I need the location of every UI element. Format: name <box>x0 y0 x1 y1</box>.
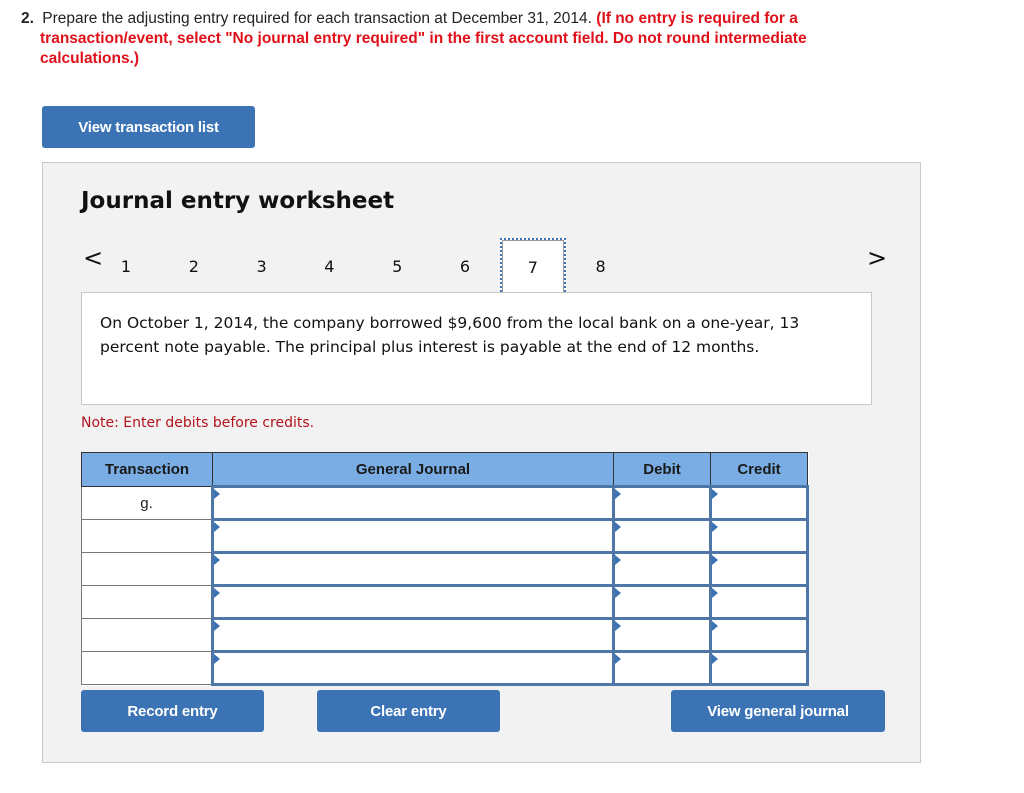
credit-field-cell <box>709 650 809 686</box>
question-number: 2. <box>21 10 34 27</box>
account-field-cell <box>211 485 615 521</box>
worksheet-title: Journal entry worksheet <box>81 188 395 214</box>
page-tab-7[interactable]: 7 <box>499 238 566 296</box>
debit-field-cell <box>612 650 712 686</box>
dropdown-flag-icon <box>712 522 718 532</box>
view-general-journal-button[interactable]: View general journal <box>671 690 885 732</box>
debit-field[interactable] <box>615 620 709 650</box>
transaction-cell <box>81 519 213 553</box>
transaction-cell <box>81 651 213 685</box>
dropdown-flag-icon <box>214 588 220 598</box>
credit-field-cell <box>709 617 809 653</box>
page-tab-6[interactable]: 6 <box>432 238 498 294</box>
account-field[interactable] <box>214 521 612 551</box>
dropdown-flag-icon <box>615 654 621 664</box>
credit-field[interactable] <box>712 587 806 617</box>
debit-field-cell <box>612 584 712 620</box>
page-tab-3[interactable]: 3 <box>229 238 295 294</box>
clear-entry-button[interactable]: Clear entry <box>317 690 500 732</box>
dropdown-flag-icon <box>712 588 718 598</box>
header-general-journal: General Journal <box>212 452 614 487</box>
dropdown-flag-icon <box>214 522 220 532</box>
page-tab-4[interactable]: 4 <box>296 238 362 294</box>
credit-field-cell <box>709 584 809 620</box>
credit-field-cell <box>709 551 809 587</box>
dropdown-flag-icon <box>712 654 718 664</box>
transaction-description: On October 1, 2014, the company borrowed… <box>81 292 872 405</box>
transaction-cell: g. <box>81 486 213 520</box>
journal-row <box>81 518 809 554</box>
debit-field-cell <box>612 518 712 554</box>
question-text: Prepare the adjusting entry required for… <box>42 10 592 27</box>
dropdown-flag-icon <box>615 489 621 499</box>
account-field-cell <box>211 518 615 554</box>
header-transaction: Transaction <box>81 452 213 487</box>
debit-field-cell <box>612 551 712 587</box>
debit-field[interactable] <box>615 587 709 617</box>
account-field[interactable] <box>214 653 612 683</box>
credit-field-cell <box>709 485 809 521</box>
dropdown-flag-icon <box>214 654 220 664</box>
dropdown-flag-icon <box>712 555 718 565</box>
page-tab-8[interactable]: 8 <box>568 238 634 294</box>
journal-table: Transaction General Journal Debit Credit… <box>81 452 809 686</box>
account-field-cell <box>211 650 615 686</box>
account-field[interactable] <box>214 554 612 584</box>
transaction-description-text: On October 1, 2014, the company borrowed… <box>100 314 800 356</box>
dropdown-flag-icon <box>615 621 621 631</box>
debit-field[interactable] <box>615 653 709 683</box>
credit-field[interactable] <box>712 653 806 683</box>
journal-row: g. <box>81 485 809 521</box>
dropdown-flag-icon <box>214 555 220 565</box>
debit-field-cell <box>612 617 712 653</box>
page-tab-2[interactable]: 2 <box>161 238 227 294</box>
transaction-cell <box>81 552 213 586</box>
credit-field[interactable] <box>712 554 806 584</box>
debit-field-cell <box>612 485 712 521</box>
debits-note: Note: Enter debits before credits. <box>81 415 315 431</box>
header-credit: Credit <box>710 452 808 487</box>
dropdown-flag-icon <box>712 621 718 631</box>
account-field[interactable] <box>214 620 612 650</box>
account-field[interactable] <box>214 587 612 617</box>
transaction-cell <box>81 618 213 652</box>
debit-field[interactable] <box>615 554 709 584</box>
credit-field-cell <box>709 518 809 554</box>
record-entry-button[interactable]: Record entry <box>81 690 264 732</box>
dropdown-flag-icon <box>214 489 220 499</box>
dropdown-flag-icon <box>615 522 621 532</box>
credit-field[interactable] <box>712 521 806 551</box>
journal-row <box>81 650 809 686</box>
transaction-cell <box>81 585 213 619</box>
journal-header-row: Transaction General Journal Debit Credit <box>81 452 808 487</box>
question-prompt: 2. Prepare the adjusting entry required … <box>21 9 841 69</box>
credit-field[interactable] <box>712 620 806 650</box>
journal-row <box>81 617 809 653</box>
journal-row <box>81 584 809 620</box>
dropdown-flag-icon <box>712 489 718 499</box>
account-field-cell <box>211 584 615 620</box>
chevron-right-icon[interactable]: > <box>867 243 887 273</box>
page-tab-1[interactable]: 1 <box>93 238 159 294</box>
dropdown-flag-icon <box>615 588 621 598</box>
journal-entry-worksheet: Journal entry worksheet < 12345678 > On … <box>42 162 921 763</box>
dropdown-flag-icon <box>214 621 220 631</box>
debit-field[interactable] <box>615 488 709 518</box>
account-field-cell <box>211 617 615 653</box>
account-field[interactable] <box>214 488 612 518</box>
header-debit: Debit <box>613 452 711 487</box>
credit-field[interactable] <box>712 488 806 518</box>
page-tab-5[interactable]: 5 <box>364 238 430 294</box>
dropdown-flag-icon <box>615 555 621 565</box>
debit-field[interactable] <box>615 521 709 551</box>
journal-row <box>81 551 809 587</box>
view-transaction-list-button[interactable]: View transaction list <box>42 106 255 148</box>
account-field-cell <box>211 551 615 587</box>
